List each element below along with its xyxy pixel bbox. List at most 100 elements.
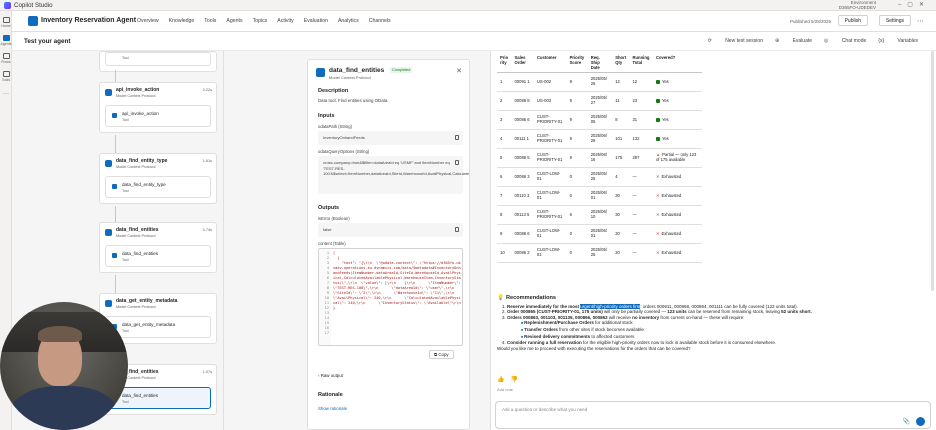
mcp-icon: [105, 89, 112, 96]
agent-header: Inventory Reservation Agent Overview Kno…: [12, 11, 936, 32]
cell-sales-order: 00113 5: [511, 205, 534, 225]
table-row: 900086 6CUST-LOW-0102025/06/ 0120—Exhaus…: [497, 224, 702, 244]
cell-customer: CUST-PRIORITY-01: [533, 129, 567, 149]
tab-analytics[interactable]: Analytics: [338, 18, 359, 24]
description-text: Data tool. Find entities using OData.: [318, 98, 389, 103]
cell-priority: 8: [497, 205, 512, 225]
copy-icon[interactable]: [455, 135, 459, 140]
agent-nav: Overview Knowledge Tools Agents Topics A…: [137, 18, 401, 24]
flow-card-api-invoke-action[interactable]: api_invoke_action Model Context Protocol…: [99, 82, 217, 133]
rail-more-icon[interactable]: ···: [0, 91, 12, 97]
cell-sales-order: 00086 2: [511, 243, 534, 263]
copy-icon[interactable]: [455, 227, 459, 232]
col-short-qty: Short Qty: [612, 53, 630, 73]
tab-topics[interactable]: Topics: [253, 18, 268, 24]
show-rationale-link[interactable]: Show rationale: [318, 406, 347, 411]
cell-short-qty: 8: [612, 110, 630, 130]
table-row: 800113 5CUST-PRIORITY-0162025/06/ 1030—E…: [497, 205, 702, 225]
rail-tools[interactable]: Tools: [0, 71, 12, 82]
copy-button[interactable]: ⧉ Copy: [429, 350, 454, 359]
flow-tool-item[interactable]: api_invoke_action Tool: [105, 105, 211, 127]
inputs-heading: Inputs: [318, 113, 335, 119]
tab-activity[interactable]: Activity: [277, 18, 293, 24]
tab-tools[interactable]: Tools: [204, 18, 216, 24]
canvas-divider: [223, 51, 224, 430]
cell-covered: Exhausted: [652, 186, 702, 206]
close-icon[interactable]: ✕: [456, 67, 462, 75]
rail-flows[interactable]: Flows: [0, 53, 12, 64]
cell-covered: Exhausted: [652, 205, 702, 225]
chat-scrollbar[interactable]: [931, 51, 934, 291]
query-value[interactable]: cross-company=true&$filter=dataAreaId eq…: [318, 156, 469, 194]
detail-subtitle: Model Context Protocol: [329, 75, 371, 80]
thumbs-up-icon[interactable]: 👍: [497, 377, 510, 383]
mcp-icon: [105, 229, 112, 236]
copy-icon[interactable]: [455, 160, 459, 165]
cell-running-total: 287: [629, 148, 653, 168]
cell-sales-order: 00086 6: [511, 110, 534, 130]
iserror-value[interactable]: false: [318, 223, 463, 237]
tab-evaluation[interactable]: Evaluation: [304, 18, 328, 24]
new-test-session-button[interactable]: ⟳ New test session: [708, 38, 763, 44]
cell-running-total: 132: [629, 129, 653, 149]
cell-req-ship-date: 2025/05/ 25: [587, 243, 613, 263]
reservation-table: Prio rity Sales Order Customer Priority …: [497, 53, 702, 263]
cell-running-total: —: [629, 224, 653, 244]
attach-icon[interactable]: 📎: [903, 418, 910, 425]
selected-text[interactable]: urgent/high-priority orders first: [580, 303, 641, 309]
follow-up-question: Would you like me to proceed with execut…: [497, 345, 691, 351]
variables-button[interactable]: {x} Variables: [878, 38, 918, 44]
cell-sales-order: 00086 5: [511, 148, 534, 168]
tab-overview[interactable]: Overview: [137, 18, 159, 24]
rail-home[interactable]: Home: [0, 17, 12, 28]
publish-button[interactable]: Publish: [837, 15, 868, 26]
cell-customer: CUST-PRIORITY-01: [533, 148, 567, 168]
query-label: odataQueryOptions (String): [318, 149, 370, 154]
cell-req-ship-date: 2025/05/ 27: [587, 91, 613, 111]
cell-covered: Yes: [652, 110, 702, 130]
cell-priority-score: 9: [566, 148, 588, 168]
flow-card-data-find-entity-type[interactable]: data_find_entity_type Model Context Prot…: [99, 153, 217, 204]
settings-button[interactable]: Settings: [878, 15, 911, 26]
flow-tool-item[interactable]: data_find_entity_type Tool: [105, 176, 211, 198]
test-chat-panel: Prio rity Sales Order Customer Priority …: [490, 51, 936, 430]
environment-picker[interactable]: Environment D365FO-UDEDEV: [839, 0, 876, 10]
add-note-link[interactable]: Add note: [497, 387, 513, 392]
odatapath-value[interactable]: InventoryOnhandFeeds: [318, 131, 463, 145]
chat-input[interactable]: Ask a question or describe what you need…: [495, 401, 931, 429]
cell-customer: CUST-LOW-01: [533, 167, 567, 187]
cell-priority: 4: [497, 129, 512, 149]
evaluate-button[interactable]: ⊕ Evaluate: [775, 38, 812, 44]
cell-sales-order: 00091 1: [511, 72, 534, 92]
table-row: 700110 3CUST-LOW-0102025/06/ 0130—Exhaus…: [497, 186, 702, 206]
flow-tool-item[interactable]: data_find_entities Tool: [105, 245, 211, 267]
cell-running-total: —: [629, 243, 653, 263]
rationale-heading: Rationale: [318, 392, 343, 398]
flow-connector: [115, 70, 116, 82]
tab-knowledge[interactable]: Knowledge: [169, 18, 195, 24]
col-priority: Prio rity: [497, 53, 512, 73]
thumbs-down-icon[interactable]: 👎: [510, 377, 523, 383]
cell-priority-score: 9: [566, 72, 588, 92]
cell-priority-score: 6: [566, 205, 588, 225]
tab-agents[interactable]: Agents: [226, 18, 242, 24]
tab-channels[interactable]: Channels: [369, 18, 391, 24]
send-icon[interactable]: [916, 417, 925, 426]
chat-mode-button[interactable]: ◎ Chat mode: [824, 38, 866, 44]
more-options-icon[interactable]: ⋯: [917, 17, 924, 25]
col-covered: Covered?: [652, 53, 702, 73]
agents-icon: [2, 35, 10, 41]
content-label: content (Table): [318, 241, 346, 246]
mcp-icon: [105, 300, 112, 307]
raw-output-toggle[interactable]: › Raw output: [318, 373, 343, 378]
cell-priority-score: 0: [566, 167, 588, 187]
content-code-view[interactable]: 1 2 3 4 5 6 7 8 9 10 11 12 13 14 15 16 17 [ { "text": "{…: [318, 248, 463, 346]
cell-short-qty: 30: [612, 186, 630, 206]
window-controls[interactable]: –▢✕: [898, 1, 930, 8]
rail-agents[interactable]: Agents: [0, 35, 12, 46]
flow-card-data-find-entities[interactable]: data_find_entities Model Context Protoco…: [99, 222, 217, 273]
test-pane-title: Test your agent: [24, 38, 71, 45]
cell-sales-order: 00086 3: [511, 167, 534, 187]
table-row: 1000086 2CUST-LOW-0102025/05/ 2520—Exhau…: [497, 243, 702, 263]
flow-card-inner[interactable]: Tool: [105, 52, 211, 66]
